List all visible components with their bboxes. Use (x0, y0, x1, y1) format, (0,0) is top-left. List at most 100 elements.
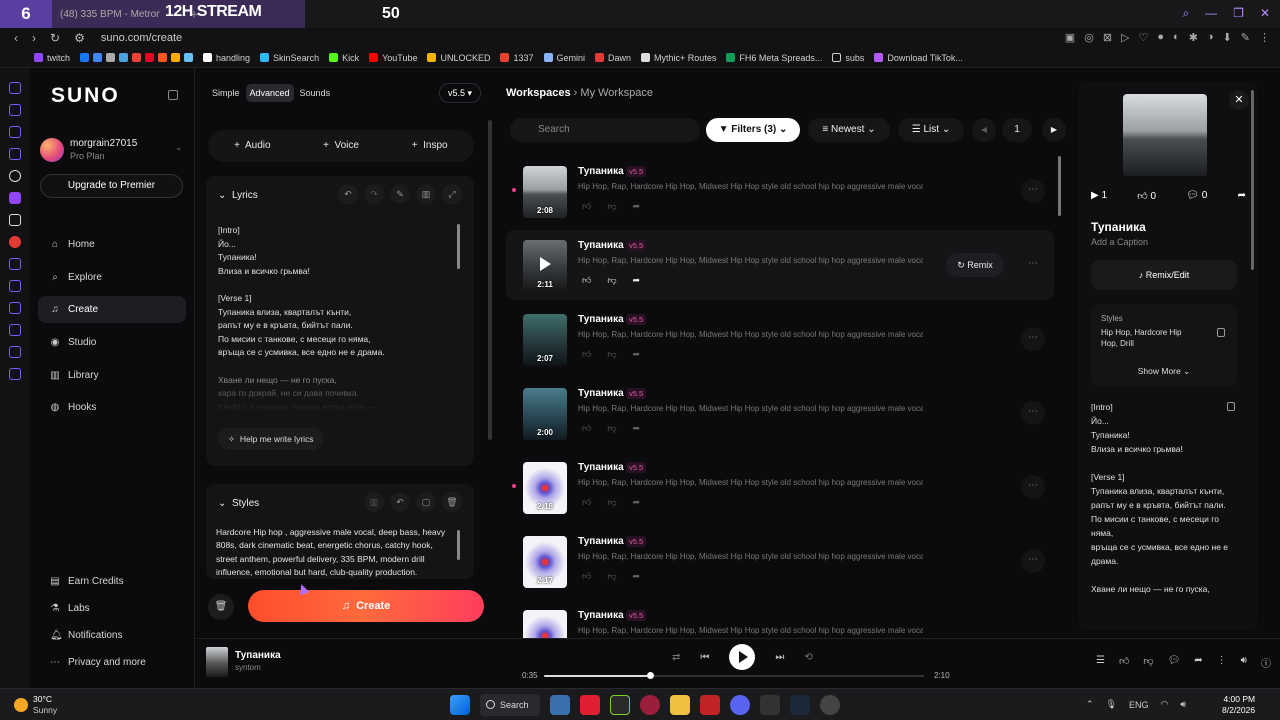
weather-temp[interactable]: 30°C (33, 694, 52, 704)
like-icon[interactable]: 👍︎ (582, 275, 591, 286)
sidebar-app-icon[interactable] (9, 346, 21, 358)
song-cover[interactable] (523, 610, 567, 638)
taskbar-search[interactable]: Search (480, 694, 540, 716)
song-title[interactable]: Тупаника (578, 388, 624, 399)
bookmark[interactable]: UNLOCKED (427, 53, 490, 63)
extension-icon[interactable]: ✎ (1241, 31, 1250, 44)
folder-icon[interactable] (670, 695, 690, 715)
close-window-icon[interactable]: ✕ (1260, 6, 1270, 21)
extension-icon[interactable]: ⬇ (1223, 31, 1232, 44)
sidebar-app-icon[interactable] (9, 104, 21, 116)
lyrics-input[interactable]: [Intro] Йо... Тупаника! Влиза и всичко г… (218, 224, 448, 412)
page-number[interactable]: 1 (1002, 118, 1032, 142)
more-options-button[interactable]: ⋯ (1021, 179, 1045, 203)
share-icon[interactable]: ➦ (633, 275, 641, 286)
language-indicator[interactable]: ENG (1129, 700, 1149, 710)
trash-icon[interactable]: 🗑︎ (442, 492, 462, 512)
edit-icon[interactable]: ✎ (390, 184, 410, 204)
library-icon[interactable]: ▥ (364, 492, 384, 512)
bookmark[interactable]: Mythic+ Routes (641, 53, 716, 63)
bookmark[interactable]: SkinSearch (260, 53, 319, 63)
tab-simple[interactable]: Simple (208, 84, 244, 102)
collapse-sidebar-icon[interactable] (168, 90, 178, 100)
nav-hooks[interactable]: ◍ Hooks (38, 394, 186, 421)
breadcrumb-workspaces[interactable]: Workspaces (506, 87, 571, 99)
scrollbar[interactable] (457, 224, 460, 269)
copy-icon[interactable] (1227, 402, 1235, 411)
bookmark-icons[interactable] (80, 53, 194, 62)
prev-page-button[interactable]: ◀ (972, 118, 996, 142)
discord-icon[interactable] (730, 695, 750, 715)
song-row[interactable]: Тупаника v5.5 Hip Hop, Rap, Hardcore Hip… (506, 600, 1054, 638)
next-page-button[interactable]: ▶ (1042, 118, 1066, 142)
heart-icon[interactable]: ♡ (1139, 31, 1149, 44)
site-info-icon[interactable]: ⚙ (74, 31, 85, 45)
bookmark[interactable]: twitch (34, 53, 70, 63)
bookmark[interactable]: YouTube (369, 53, 417, 63)
nav-library[interactable]: ▥ Library (38, 362, 186, 389)
help-write-lyrics-button[interactable]: ✧ Help me write lyrics (218, 428, 324, 450)
browser-icon[interactable] (640, 695, 660, 715)
player-title[interactable]: Тупаника (235, 650, 281, 661)
more-icon[interactable]: ⋮ (1217, 655, 1227, 670)
volume-icon[interactable]: 🔊︎ (1241, 655, 1247, 670)
extension-icon[interactable]: ✱ (1189, 31, 1198, 44)
bookmark[interactable]: Kick (329, 53, 359, 63)
dislike-icon[interactable]: 👎︎ (1143, 655, 1153, 670)
song-cover[interactable]: 2:17 (523, 536, 567, 588)
add-inspo-button[interactable]: + Inspo (385, 130, 474, 162)
remix-button[interactable]: ↻ Remix (946, 253, 1004, 277)
app-icon[interactable] (550, 695, 570, 715)
share-icon[interactable]: ➦ (633, 571, 641, 582)
app-icon[interactable] (820, 695, 840, 715)
start-icon[interactable] (450, 695, 470, 715)
shuffle-icon[interactable]: ⇄ (672, 652, 680, 663)
more-options-button[interactable]: ⋯ (1021, 475, 1045, 499)
like-icon[interactable]: 👍︎ (582, 571, 591, 582)
song-row[interactable]: 2:17 Тупаника v5.5 Hip Hop, Rap, Hardcor… (506, 526, 1054, 596)
sort-button[interactable]: ≡ Newest ⌄ (808, 118, 890, 142)
avatar[interactable] (40, 138, 64, 162)
version-select[interactable]: v5.5 ▾ (439, 83, 481, 103)
next-icon[interactable]: ⏭︎ (775, 652, 784, 663)
scrollbar[interactable] (488, 120, 492, 440)
more-options-button[interactable]: ⋯ (1021, 327, 1045, 351)
back-icon[interactable]: ‹ (14, 31, 18, 45)
song-title[interactable]: Тупаника (578, 314, 624, 325)
comment-icon[interactable]: 💬︎ (1168, 655, 1181, 670)
styles-toggle[interactable]: ⌄ Styles (218, 498, 259, 509)
like-icon[interactable]: 👍︎ (582, 423, 591, 434)
bookmark-folder[interactable]: subs (832, 53, 864, 63)
library-icon[interactable]: ▥ (416, 184, 436, 204)
add-voice-button[interactable]: + Voice (297, 130, 386, 162)
nav-create[interactable]: ♫ Create (38, 296, 186, 323)
add-caption[interactable]: Add a Caption (1091, 237, 1148, 247)
bookmark[interactable]: Gemini (543, 53, 585, 63)
extension-icon[interactable]: ◐ (1173, 31, 1180, 44)
player-artist[interactable]: syntom (235, 663, 261, 672)
weather-sun-icon[interactable] (14, 698, 28, 712)
song-cover[interactable]: 2:00 (523, 388, 567, 440)
url-field[interactable]: suno.com/create (101, 32, 182, 44)
progress-bar[interactable] (544, 672, 924, 679)
username[interactable]: morgrain27015 (70, 138, 137, 149)
song-title[interactable]: Тупаника (578, 462, 624, 473)
upgrade-button[interactable]: Upgrade to Premier (40, 174, 183, 198)
volume-icon[interactable]: 🔊︎ (1180, 699, 1186, 710)
dislike-icon[interactable]: 👎︎ (607, 571, 616, 582)
chevron-down-icon[interactable]: ⌄ (175, 142, 183, 153)
search-icon[interactable]: ⌕ (1182, 6, 1189, 21)
extension-icon[interactable]: ◎ (1084, 31, 1094, 44)
extension-icon[interactable]: ▷ (1121, 31, 1129, 44)
filters-button[interactable]: ▼ Filters (3) ⌄ (706, 118, 800, 142)
song-title[interactable]: Тупаника (578, 166, 624, 177)
play-icon[interactable] (540, 257, 551, 271)
song-title[interactable]: Тупаника (578, 610, 624, 621)
nav-earn-credits[interactable]: ▤ Earn Credits (38, 568, 186, 595)
song-cover[interactable]: 2:07 (523, 314, 567, 366)
like-icon[interactable]: 👍︎ (582, 497, 591, 508)
app-icon[interactable] (580, 695, 600, 715)
nav-labs[interactable]: ⚗ Labs (38, 595, 186, 622)
tab-advanced[interactable]: Advanced (245, 84, 294, 102)
more-options-button[interactable]: ⋯ (1021, 401, 1045, 425)
